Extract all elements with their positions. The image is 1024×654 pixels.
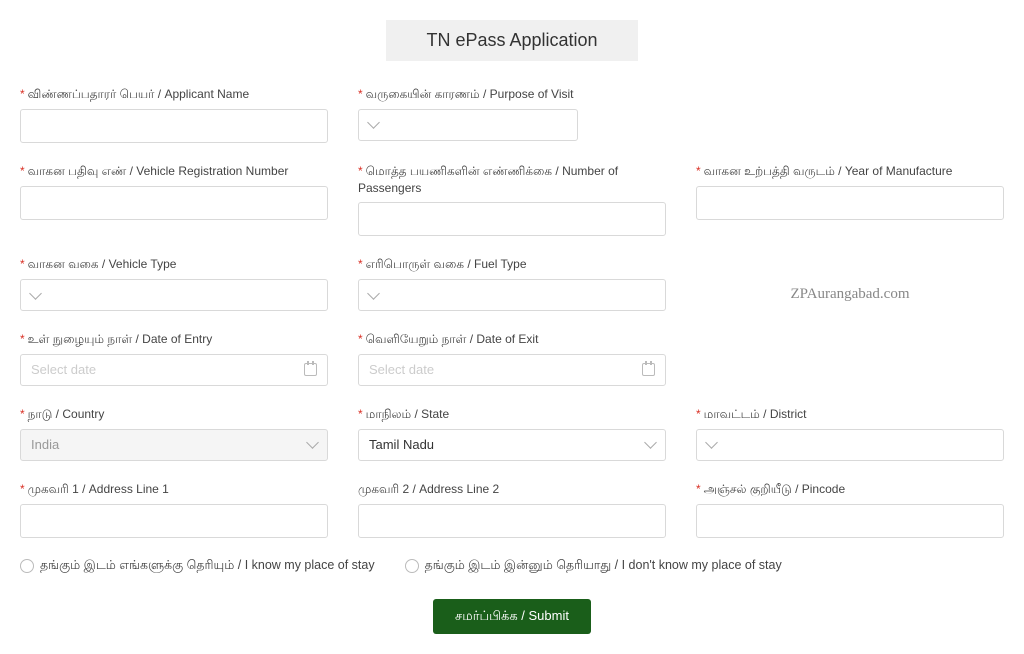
passengers-label: *மொத்த பயணிகளின் எண்ணிக்கை / Number of P… [358, 163, 666, 197]
pincode-label: *அஞ்சல் குறியீடு / Pincode [696, 481, 1004, 498]
country-select: India [20, 429, 328, 461]
vehicle-type-select[interactable] [20, 279, 328, 311]
know-stay-label: தங்கும் இடம் எங்களுக்கு தெரியும் / I kno… [40, 558, 375, 574]
page-title: TN ePass Application [426, 30, 597, 51]
vehicle-reg-input[interactable] [20, 186, 328, 220]
address1-input[interactable] [20, 504, 328, 538]
year-mfg-input[interactable] [696, 186, 1004, 220]
date-exit-input[interactable]: Select date [358, 354, 666, 386]
fuel-type-select[interactable] [358, 279, 666, 311]
stay-radio-group: தங்கும் இடம் எங்களுக்கு தெரியும் / I kno… [20, 558, 1004, 574]
fuel-type-label: *எரிபொருள் வகை / Fuel Type [358, 256, 666, 273]
purpose-label: *வருகையின் காரணம் / Purpose of Visit [358, 86, 666, 103]
district-label: *மாவட்டம் / District [696, 406, 1004, 423]
pincode-input[interactable] [696, 504, 1004, 538]
page-title-bar: TN ePass Application [386, 20, 637, 61]
submit-button[interactable]: சமர்ப்பிக்க / Submit [433, 599, 591, 634]
vehicle-type-label: *வாகன வகை / Vehicle Type [20, 256, 328, 273]
applicant-name-input[interactable] [20, 109, 328, 143]
know-stay-radio-option[interactable]: தங்கும் இடம் எங்களுக்கு தெரியும் / I kno… [20, 558, 375, 574]
calendar-icon [642, 363, 655, 376]
radio-icon [405, 559, 419, 573]
dont-know-stay-radio-option[interactable]: தங்கும் இடம் இன்னும் தெரியாது / I don't … [405, 558, 782, 574]
state-select[interactable]: Tamil Nadu [358, 429, 666, 461]
address2-input[interactable] [358, 504, 666, 538]
date-exit-placeholder: Select date [369, 362, 434, 377]
date-entry-input[interactable]: Select date [20, 354, 328, 386]
applicant-name-label: *விண்ணப்பதாரர் பெயர் / Applicant Name [20, 86, 328, 103]
radio-icon [20, 559, 34, 573]
form-container: *விண்ணப்பதாரர் பெயர் / Applicant Name *வ… [20, 86, 1004, 634]
dont-know-stay-label: தங்கும் இடம் இன்னும் தெரியாது / I don't … [425, 558, 782, 574]
purpose-select[interactable] [358, 109, 578, 141]
address2-label: முகவரி 2 / Address Line 2 [358, 481, 666, 498]
date-entry-placeholder: Select date [31, 362, 96, 377]
country-label: *நாடு / Country [20, 406, 328, 423]
calendar-icon [304, 363, 317, 376]
state-label: *மாநிலம் / State [358, 406, 666, 423]
vehicle-reg-label: *வாகன பதிவு எண் / Vehicle Registration N… [20, 163, 328, 180]
date-entry-label: *உள் நுழையும் நாள் / Date of Entry [20, 331, 328, 348]
address1-label: *முகவரி 1 / Address Line 1 [20, 481, 328, 498]
year-mfg-label: *வாகன உற்பத்தி வருடம் / Year of Manufact… [696, 163, 1004, 180]
district-select[interactable] [696, 429, 1004, 461]
watermark: ZPAurangabad.com [696, 286, 1004, 303]
passengers-input[interactable] [358, 202, 666, 236]
date-exit-label: *வெளியேறும் நாள் / Date of Exit [358, 331, 666, 348]
